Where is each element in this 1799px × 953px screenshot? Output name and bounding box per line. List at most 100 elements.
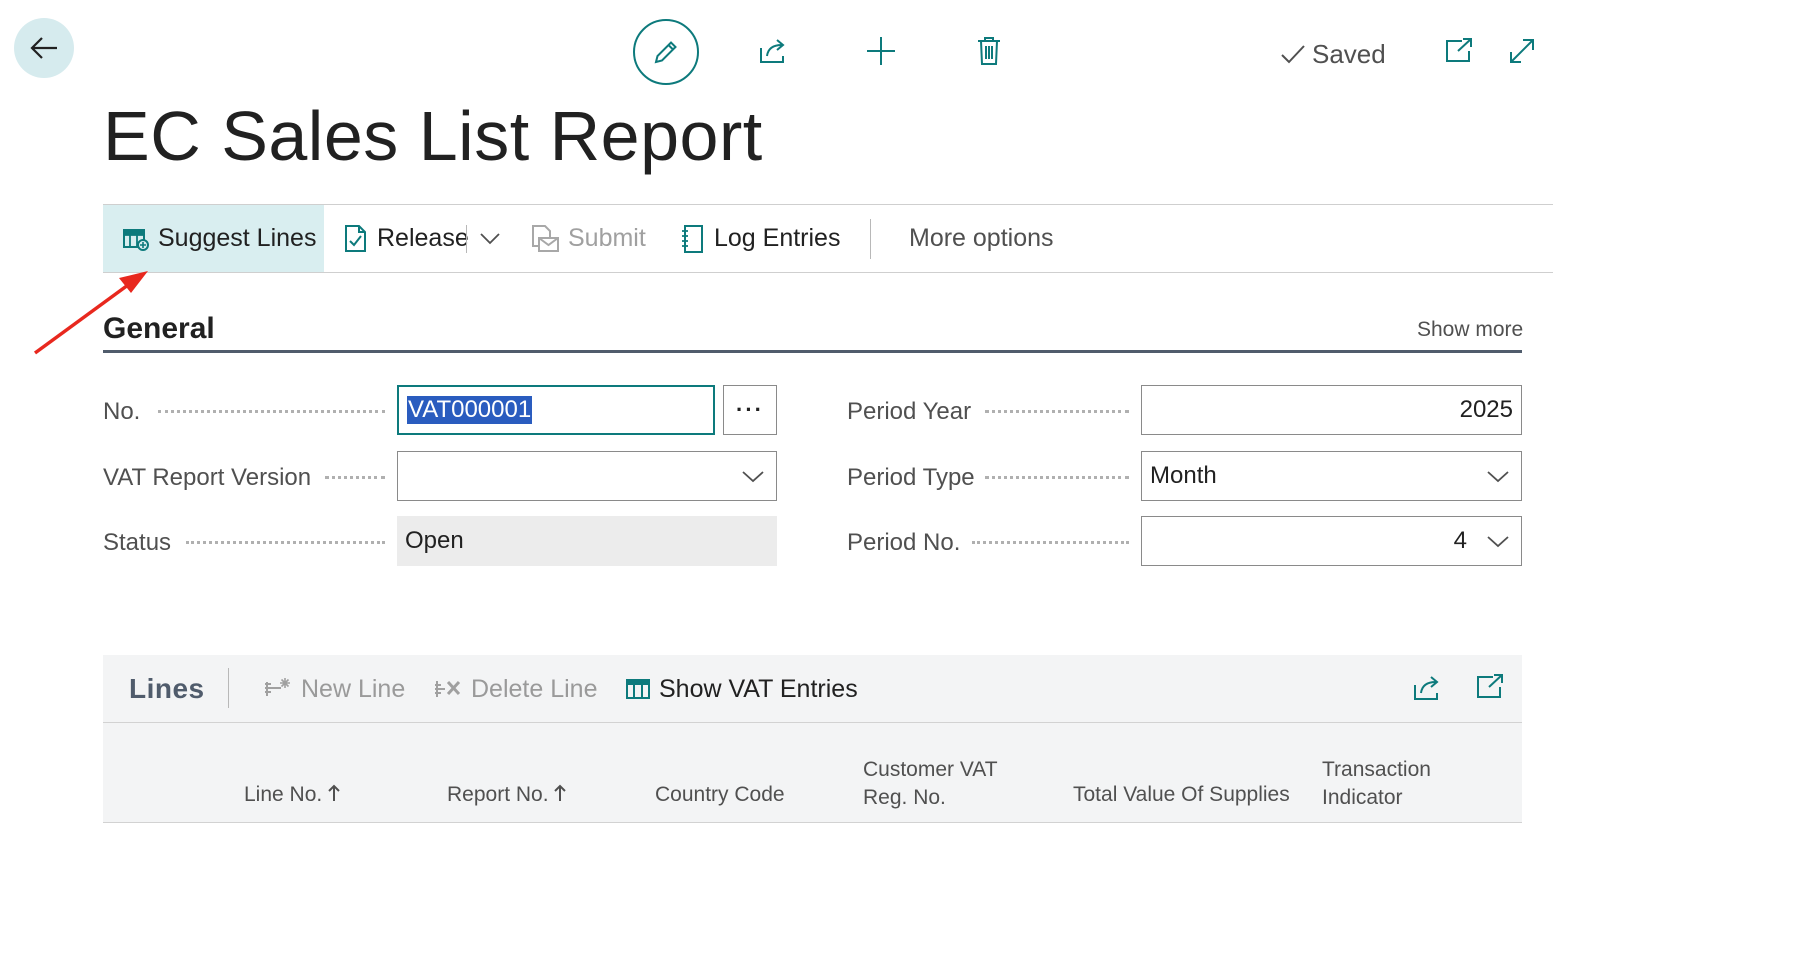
column-header-line-no[interactable]: Line No. [244,781,340,809]
transaction-header-line2: Indicator [1322,786,1403,809]
chevron-down-icon [1487,536,1509,548]
lines-title: Lines [129,673,205,704]
log-entries-button[interactable]: Log Entries [680,205,840,272]
expand-button[interactable] [1505,33,1539,69]
trash-icon [978,37,1000,65]
period-year-label: Period Year [847,398,972,425]
open-new-window-icon [1477,674,1503,698]
period-type-leader [985,476,1129,479]
arrow-left-icon [30,37,57,59]
period-year-leader [985,410,1129,413]
customer-vat-header-line1: Customer VAT [863,758,998,781]
new-line-button[interactable]: New Line [263,673,405,705]
chevron-down-icon [742,471,764,483]
more-options-button[interactable]: More options [909,205,1054,272]
table-icon [626,679,650,699]
transaction-header-line1: Transaction [1322,758,1431,781]
new-line-icon [265,678,290,696]
line-no-header-label: Line No. [244,783,323,806]
more-icon: ··· [736,397,764,422]
column-header-total-value[interactable]: Total Value Of Supplies [1073,781,1290,809]
log-book-icon [682,224,703,253]
submit-label: Submit [568,224,646,252]
action-bar: Suggest Lines Release Submit Log Entries… [103,204,1553,273]
column-header-report-no[interactable]: Report No. [447,781,567,809]
vat-report-version-select[interactable] [397,451,777,501]
vat-report-version-label: VAT Report Version [103,464,312,491]
submit-button[interactable]: Submit [530,205,646,272]
expand-icon [1510,39,1534,63]
sort-ascending-icon [554,784,567,801]
release-split-divider [466,225,467,253]
release-button[interactable]: Release [343,205,469,272]
chevron-down-icon [480,232,500,244]
open-new-window-icon [1446,38,1472,62]
submit-document-icon [532,224,559,252]
checkmark-icon [1281,45,1305,64]
share-button[interactable] [756,33,790,69]
release-document-icon [345,224,366,252]
lines-toolbar: Lines New Line Delete Line Show VAT Entr… [103,655,1522,723]
lines-grid-header: Line No. Report No. Country Code Custome… [103,723,1522,823]
no-assist-edit-button[interactable]: ··· [723,385,777,435]
period-no-label: Period No. [847,529,961,556]
section-underline [103,350,1522,353]
no-label-leader [158,410,385,413]
show-vat-entries-label: Show VAT Entries [659,674,858,703]
period-type-select[interactable]: Month [1141,451,1522,501]
lines-share-button[interactable] [1411,673,1443,708]
column-header-country-code[interactable]: Country Code [655,781,785,809]
delete-line-label: Delete Line [471,674,598,703]
period-type-value: Month [1150,462,1217,489]
column-header-customer-vat[interactable]: Customer VAT Reg. No. [863,756,998,812]
chevron-down-icon [1487,471,1509,483]
new-button[interactable] [864,33,898,69]
suggest-lines-button[interactable]: Suggest Lines [103,205,324,272]
lines-open-new-window-button[interactable] [1475,673,1505,706]
status-leader [186,541,385,544]
no-field-label: No. [103,398,141,425]
status-field: Open [397,516,777,566]
customer-vat-header-line2: Reg. No. [863,786,946,809]
country-code-header-label: Country Code [655,783,785,806]
total-value-header-label: Total Value Of Supplies [1073,783,1290,806]
period-type-label: Period Type [847,464,975,491]
column-header-transaction-indicator[interactable]: Transaction Indicator [1322,756,1431,812]
delete-line-button[interactable]: Delete Line [433,673,597,705]
period-year-field[interactable]: 2025 [1141,385,1522,435]
period-no-leader [972,541,1129,544]
edit-button[interactable] [633,19,699,85]
vat-report-version-leader [325,476,385,479]
log-entries-label: Log Entries [714,224,841,252]
new-line-label: New Line [301,674,406,703]
show-vat-entries-button[interactable]: Show VAT Entries [625,673,858,705]
share-icon [760,39,785,63]
period-year-value: 2025 [1459,396,1513,423]
delete-line-icon [435,680,461,697]
suggest-lines-label: Suggest Lines [158,224,317,252]
action-bar-divider [870,219,871,259]
status-label: Status [103,529,172,556]
period-no-value: 4 [1453,527,1467,554]
sort-ascending-icon [328,784,340,801]
plus-icon [867,37,895,65]
period-no-select[interactable]: 4 [1141,516,1522,566]
delete-button[interactable] [972,33,1006,69]
show-more-link[interactable]: Show more [1417,318,1523,342]
release-label: Release [377,224,469,252]
share-icon [1414,676,1439,700]
pencil-icon [654,41,677,64]
back-button[interactable] [14,18,74,78]
page-title: EC Sales List Report [103,97,763,175]
no-field-value: VAT000001 [407,396,533,424]
no-field[interactable]: VAT000001 [397,385,715,435]
general-section-title: General [103,312,215,345]
lines-title-divider [228,668,229,708]
status-value: Open [405,527,464,554]
saved-label: Saved [1312,38,1386,69]
release-dropdown-button[interactable] [475,205,505,272]
report-no-header-label: Report No. [447,783,549,806]
open-new-window-button[interactable] [1442,33,1476,69]
suggest-lines-icon [123,228,149,251]
saved-status: Saved [1280,38,1386,70]
